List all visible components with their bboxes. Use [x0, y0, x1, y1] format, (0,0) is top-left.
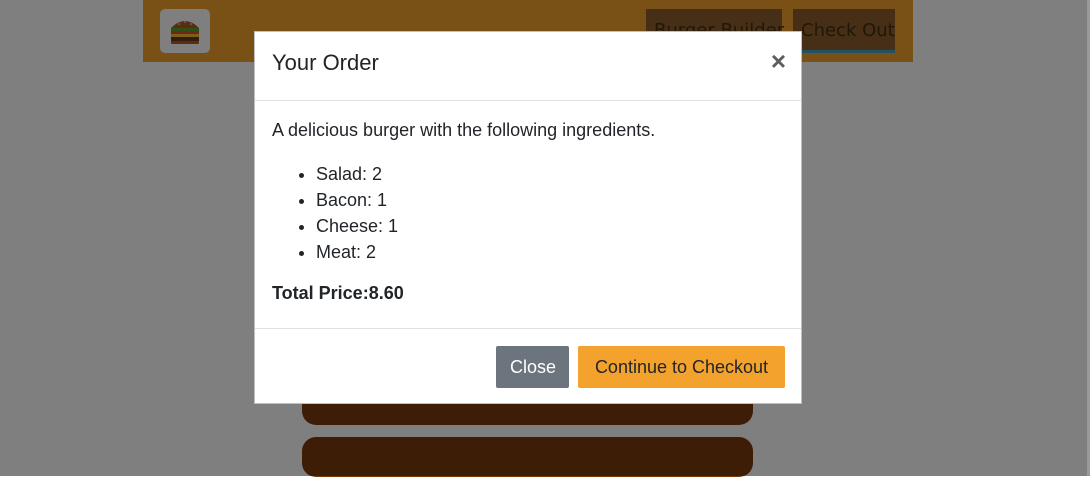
- modal-header: Your Order ×: [255, 32, 801, 101]
- order-intro-text: A delicious burger with the following in…: [272, 120, 656, 140]
- modal-title: Your Order: [272, 50, 379, 75]
- ingredient-item-bacon: Bacon: 1: [316, 187, 782, 213]
- order-summary-modal: Your Order × A delicious burger with the…: [254, 31, 802, 404]
- total-price: Total Price:8.60: [272, 283, 404, 303]
- ingredient-list: Salad: 2 Bacon: 1 Cheese: 1 Meat: 2: [272, 161, 782, 265]
- continue-to-checkout-button[interactable]: Continue to Checkout: [578, 346, 785, 388]
- ingredient-item-cheese: Cheese: 1: [316, 213, 782, 239]
- modal-footer: Close Continue to Checkout: [255, 328, 801, 404]
- close-button[interactable]: Close: [496, 346, 569, 388]
- modal-body: A delicious burger with the following in…: [272, 120, 782, 304]
- ingredient-item-meat: Meat: 2: [316, 239, 782, 265]
- close-icon[interactable]: ×: [771, 46, 786, 76]
- ingredient-item-salad: Salad: 2: [316, 161, 782, 187]
